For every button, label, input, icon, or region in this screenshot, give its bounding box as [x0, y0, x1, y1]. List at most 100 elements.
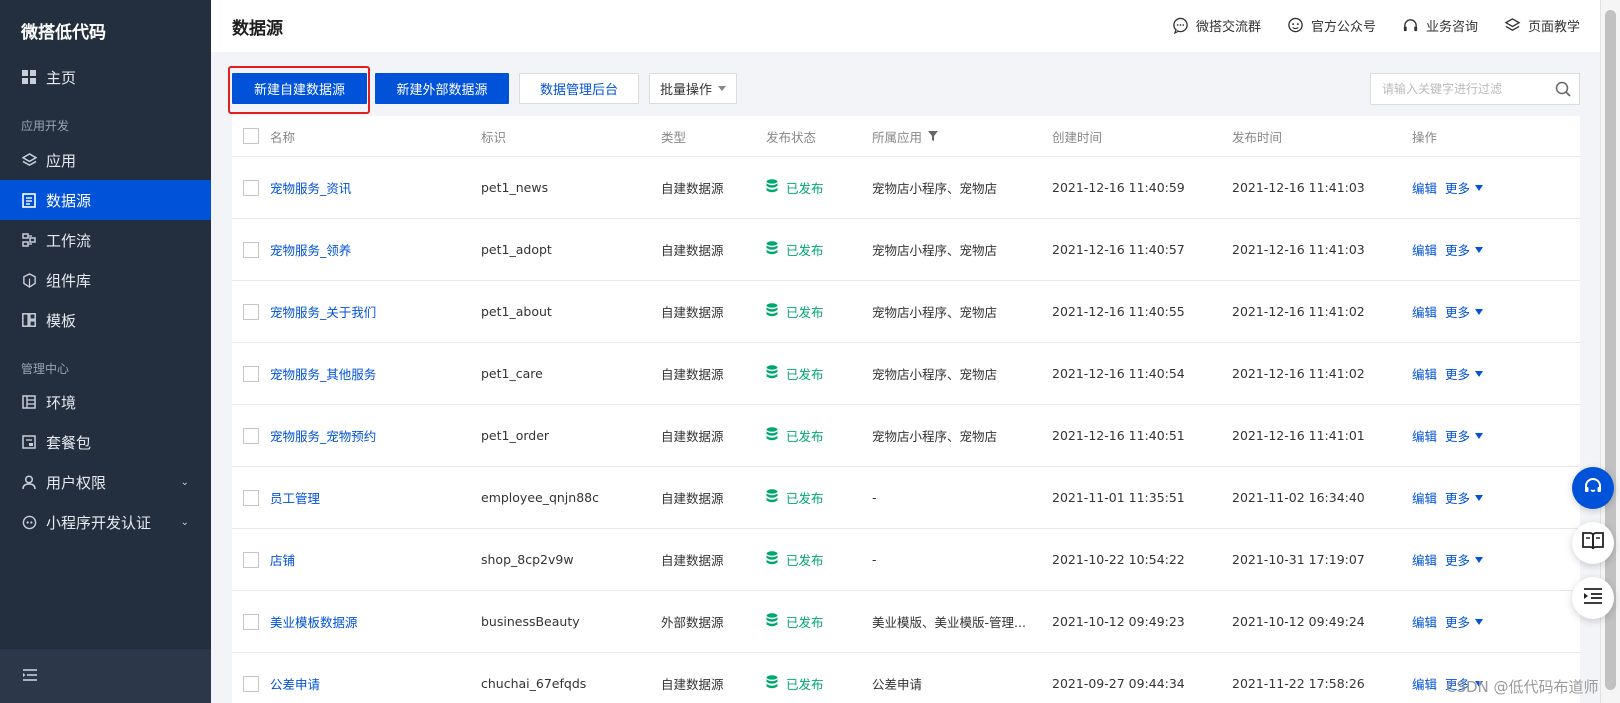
table-row: 宠物服务_资讯 pet1_news 自建数据源 已发布 宠物店小程序、宠物店 2021-1… — [232, 157, 1580, 219]
row-checkbox[interactable] — [243, 613, 259, 630]
row-checkbox[interactable] — [243, 365, 259, 382]
cell-name-text[interactable]: 宠物服务_关于我们 — [270, 302, 376, 321]
cell-identifier-text: pet1_news — [481, 180, 549, 195]
more-dropdown[interactable]: 更多 — [1445, 364, 1484, 383]
cell-type-text: 自建数据源 — [661, 305, 724, 320]
chevron-down-icon[interactable]: ⌄ — [181, 477, 189, 488]
cell-published: 2021-12-16 11:41:02 — [1232, 343, 1365, 404]
header-link-tutorial[interactable]: 页面教学 — [1504, 16, 1580, 35]
sidebar-item-apps[interactable]: 应用 — [0, 140, 211, 180]
cell-created: 2021-11-01 11:35:51 — [1052, 467, 1185, 528]
search-input[interactable] — [1382, 82, 1552, 96]
sidebar-item-workflow[interactable]: 工作流 — [0, 220, 211, 260]
edit-link[interactable]: 编辑 — [1412, 674, 1437, 693]
sidebar-item-datasource[interactable]: 数据源 — [0, 180, 211, 220]
header-link-community[interactable]: 微搭交流群 — [1172, 16, 1261, 35]
cell-app-text: 宠物店小程序、宠物店 — [872, 243, 998, 258]
edit-link[interactable]: 编辑 — [1412, 178, 1437, 197]
more-dropdown[interactable]: 更多 — [1445, 550, 1484, 569]
cell-identifier-text: shop_8cp2v9w — [481, 552, 574, 567]
cell-identifier-text: pet1_adopt — [481, 242, 552, 257]
status-text: 已发布 — [786, 367, 824, 382]
sidebar-item-miniprogram-auth[interactable]: 小程序开发认证 ⌄ — [0, 502, 211, 542]
select-all-checkbox[interactable] — [243, 128, 259, 144]
cell-status: 已发布 — [766, 157, 824, 218]
cell-type: 自建数据源 — [661, 467, 724, 528]
cell-name-text[interactable]: 宠物服务_宠物预约 — [270, 426, 376, 445]
batch-operation-dropdown[interactable]: 批量操作 — [649, 73, 737, 104]
cell-published-text: 2021-10-12 09:49:24 — [1232, 614, 1365, 629]
search-icon[interactable] — [1555, 81, 1571, 101]
outline-toggle-button[interactable] — [1572, 577, 1614, 619]
cell-identifier: pet1_adopt — [481, 219, 552, 280]
row-checkbox[interactable] — [243, 303, 259, 320]
sidebar-item-templates[interactable]: 模板 — [0, 300, 211, 340]
new-external-datasource-button[interactable]: 新建外部数据源 — [375, 73, 509, 104]
row-checkbox[interactable] — [243, 551, 259, 568]
headset-icon — [1582, 475, 1604, 501]
header-link-consulting[interactable]: 业务咨询 — [1402, 16, 1478, 35]
row-checkbox[interactable] — [243, 489, 259, 506]
sidebar-item-components[interactable]: 组件库 — [0, 260, 211, 300]
data-admin-button[interactable]: 数据管理后台 — [519, 73, 639, 104]
more-dropdown[interactable]: 更多 — [1445, 178, 1484, 197]
chevron-down-icon[interactable]: ⌄ — [181, 517, 189, 528]
edit-link[interactable]: 编辑 — [1412, 488, 1437, 507]
cell-type-text: 自建数据源 — [661, 367, 724, 382]
cell-name-text[interactable]: 公差申请 — [270, 674, 320, 693]
edit-link[interactable]: 编辑 — [1412, 364, 1437, 383]
more-dropdown[interactable]: 更多 — [1445, 426, 1484, 445]
cell-type: 自建数据源 — [661, 653, 724, 703]
more-dropdown[interactable]: 更多 — [1445, 302, 1484, 321]
row-checkbox[interactable] — [243, 179, 259, 196]
edit-link[interactable]: 编辑 — [1412, 426, 1437, 445]
cell-name-text[interactable]: 店铺 — [270, 550, 295, 569]
caret-down-icon — [1475, 184, 1484, 191]
cell-app-text: - — [872, 552, 877, 567]
more-dropdown[interactable]: 更多 — [1445, 612, 1484, 631]
cell-status: 已发布 — [766, 529, 824, 590]
database-icon — [766, 613, 778, 630]
cell-created: 2021-12-16 11:40:57 — [1052, 219, 1185, 280]
cell-app-text: 宠物店小程序、宠物店 — [872, 305, 998, 320]
more-label: 更多 — [1445, 429, 1471, 444]
cell-published-text: 2021-12-16 11:41:03 — [1232, 180, 1365, 195]
cell-identifier: shop_8cp2v9w — [481, 529, 574, 590]
sidebar-item-home[interactable]: 主页 — [0, 57, 211, 97]
sidebar-item-package[interactable]: 套餐包 — [0, 422, 211, 462]
cell-created: 2021-12-16 11:40:54 — [1052, 343, 1185, 404]
more-dropdown[interactable]: 更多 — [1445, 240, 1484, 259]
cell-name: 宠物服务_关于我们 — [270, 281, 376, 342]
header-link-official-account[interactable]: 官方公众号 — [1287, 16, 1376, 35]
cell-name-text[interactable]: 宠物服务_资讯 — [270, 178, 351, 197]
cell-name-text[interactable]: 宠物服务_其他服务 — [270, 364, 376, 383]
cell-name-text[interactable]: 宠物服务_领养 — [270, 240, 351, 259]
database-icon — [766, 241, 778, 258]
cell-actions: 编辑 更多 — [1412, 343, 1484, 404]
row-checkbox[interactable] — [243, 241, 259, 258]
brand-logo[interactable]: 微搭低代码 — [0, 0, 211, 56]
cell-name-text[interactable]: 员工管理 — [270, 488, 320, 507]
table-row: 宠物服务_关于我们 pet1_about 自建数据源 已发布 宠物店小程序、宠物店 202… — [232, 281, 1580, 343]
edit-link[interactable]: 编辑 — [1412, 302, 1437, 321]
column-header-app[interactable]: 所属应用 — [872, 116, 939, 156]
edit-link[interactable]: 编辑 — [1412, 612, 1437, 631]
table-header-row: 名称 标识 类型 发布状态 所属应用 创建时间 发布时间 操作 — [232, 116, 1580, 157]
sidebar-item-environment[interactable]: 环境 — [0, 382, 211, 422]
sidebar-item-user-permissions[interactable]: 用户权限 ⌄ — [0, 462, 211, 502]
row-checkbox[interactable] — [243, 675, 259, 692]
row-checkbox[interactable] — [243, 427, 259, 444]
documentation-button[interactable] — [1572, 522, 1614, 564]
filter-icon[interactable] — [928, 129, 939, 144]
customer-service-button[interactable] — [1572, 467, 1614, 509]
more-dropdown[interactable]: 更多 — [1445, 488, 1484, 507]
cell-type: 自建数据源 — [661, 529, 724, 590]
cell-identifier-text: businessBeauty — [481, 614, 580, 629]
cell-created: 2021-12-16 11:40:55 — [1052, 281, 1185, 342]
caret-down-icon — [1475, 494, 1484, 501]
edit-link[interactable]: 编辑 — [1412, 240, 1437, 259]
collapse-sidebar-button[interactable] — [0, 649, 211, 703]
edit-link[interactable]: 编辑 — [1412, 550, 1437, 569]
cell-created-text: 2021-09-27 09:44:34 — [1052, 676, 1185, 691]
cell-name-text[interactable]: 美业模板数据源 — [270, 612, 358, 631]
